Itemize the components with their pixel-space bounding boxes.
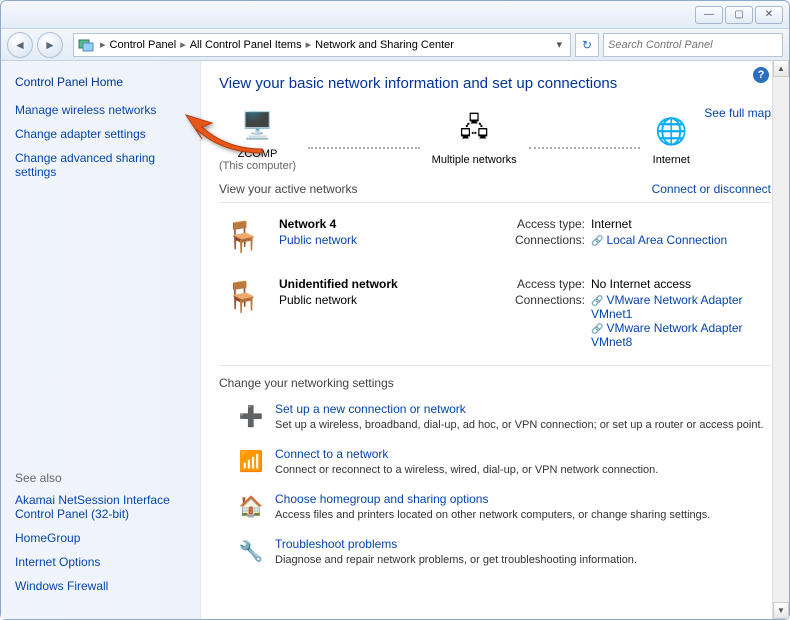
task-description: Connect or reconnect to a wireless, wire… [275, 464, 658, 476]
breadcrumb-seg[interactable]: Control Panel [108, 39, 179, 51]
setup-connection-icon: ➕ [237, 402, 265, 430]
bench-icon: 🪑 [219, 277, 267, 317]
maximize-button[interactable]: ▢ [725, 6, 753, 24]
network-icon: 🖧 [455, 112, 493, 150]
network-entry: 🪑 Unidentified network Public network Ac… [219, 267, 771, 361]
close-button[interactable]: ✕ [755, 6, 783, 24]
task-link[interactable]: Connect to a network [275, 447, 658, 461]
forward-button[interactable]: ► [37, 32, 63, 58]
vertical-scrollbar[interactable]: ▲ ▼ [772, 60, 789, 619]
map-connector [308, 147, 420, 149]
refresh-button[interactable]: ↻ [575, 33, 599, 57]
task-link[interactable]: Troubleshoot problems [275, 537, 637, 551]
seealso-windows-firewall[interactable]: Windows Firewall [15, 579, 186, 593]
page-heading: View your basic network information and … [219, 75, 771, 92]
see-also-heading: See also [15, 471, 186, 485]
connection-link[interactable]: Local Area Connection [591, 233, 727, 247]
task-connect-network: 📶 Connect to a network Connect or reconn… [219, 441, 771, 486]
access-type-value: Internet [591, 217, 771, 231]
toolbar: ◄ ► ▸ Control Panel ▸ All Control Panel … [1, 29, 789, 61]
divider [219, 365, 771, 366]
back-button[interactable]: ◄ [7, 32, 33, 58]
bench-icon: 🪑 [219, 217, 267, 257]
connections-label: Connections: [511, 293, 591, 349]
network-type: Public network [279, 293, 398, 307]
task-setup-connection: ➕ Set up a new connection or network Set… [219, 396, 771, 441]
search-box[interactable] [603, 33, 783, 57]
sidebar-manage-wireless[interactable]: Manage wireless networks [15, 103, 186, 117]
connection-link[interactable]: VMware Network Adapter VMnet8 [591, 321, 743, 349]
seealso-akamai[interactable]: Akamai NetSession Interface Control Pane… [15, 493, 186, 521]
map-node-multiple-networks: 🖧 Multiple networks [432, 112, 517, 166]
network-map: 🖥️ ZCOMP (This computer) 🖧 Multiple netw… [219, 106, 771, 172]
change-settings-heading: Change your networking settings [219, 376, 771, 390]
connections-label: Connections: [511, 233, 591, 247]
see-full-map-link[interactable]: See full map [704, 106, 771, 120]
globe-icon: 🌐 [652, 112, 690, 150]
help-icon[interactable]: ? [753, 67, 769, 83]
map-node-internet: 🌐 Internet [652, 112, 690, 166]
divider [219, 202, 771, 203]
task-description: Set up a wireless, broadband, dial-up, a… [275, 419, 764, 431]
breadcrumb-dropdown-icon[interactable]: ▾ [552, 38, 566, 51]
task-troubleshoot: 🔧 Troubleshoot problems Diagnose and rep… [219, 531, 771, 576]
titlebar: — ▢ ✕ [1, 1, 789, 29]
active-networks-label: View your active networks [219, 182, 358, 196]
network-name: Network 4 [279, 217, 357, 231]
troubleshoot-icon: 🔧 [237, 537, 265, 565]
task-description: Diagnose and repair network problems, or… [275, 554, 637, 566]
content-pane: ? View your basic network information an… [201, 61, 789, 619]
seealso-internet-options[interactable]: Internet Options [15, 555, 186, 569]
window: — ▢ ✕ ◄ ► ▸ Control Panel ▸ All Control … [0, 0, 790, 620]
scroll-down-icon[interactable]: ▼ [773, 602, 789, 619]
connection-link[interactable]: VMware Network Adapter VMnet1 [591, 293, 743, 321]
breadcrumb[interactable]: ▸ Control Panel ▸ All Control Panel Item… [73, 33, 571, 57]
sidebar-change-adapter[interactable]: Change adapter settings [15, 127, 186, 141]
minimize-button[interactable]: — [695, 6, 723, 24]
search-input[interactable] [608, 39, 778, 51]
access-type-label: Access type: [511, 217, 591, 231]
network-entry: 🪑 Network 4 Public network Access type: … [219, 207, 771, 267]
access-type-value: No Internet access [591, 277, 771, 291]
computer-icon: 🖥️ [239, 106, 277, 144]
homegroup-icon: 🏠 [237, 492, 265, 520]
control-panel-icon [78, 37, 94, 53]
task-description: Access files and printers located on oth… [275, 509, 710, 521]
network-type-link[interactable]: Public network [279, 233, 357, 247]
breadcrumb-seg[interactable]: All Control Panel Items [188, 39, 304, 51]
connect-disconnect-link[interactable]: Connect or disconnect [652, 182, 771, 196]
task-link[interactable]: Choose homegroup and sharing options [275, 492, 710, 506]
seealso-homegroup[interactable]: HomeGroup [15, 531, 186, 545]
see-also-section: See also Akamai NetSession Interface Con… [15, 471, 186, 603]
scroll-up-icon[interactable]: ▲ [773, 60, 789, 77]
map-connector [529, 147, 641, 149]
sidebar: Control Panel Home Manage wireless netwo… [1, 61, 201, 619]
task-link[interactable]: Set up a new connection or network [275, 402, 764, 416]
map-node-this-computer: 🖥️ ZCOMP (This computer) [219, 106, 296, 172]
network-name: Unidentified network [279, 277, 398, 291]
breadcrumb-seg[interactable]: Network and Sharing Center [313, 39, 456, 51]
control-panel-home-link[interactable]: Control Panel Home [15, 75, 186, 89]
sidebar-change-advanced-sharing[interactable]: Change advanced sharing settings [15, 151, 186, 179]
task-homegroup: 🏠 Choose homegroup and sharing options A… [219, 486, 771, 531]
connect-network-icon: 📶 [237, 447, 265, 475]
access-type-label: Access type: [511, 277, 591, 291]
